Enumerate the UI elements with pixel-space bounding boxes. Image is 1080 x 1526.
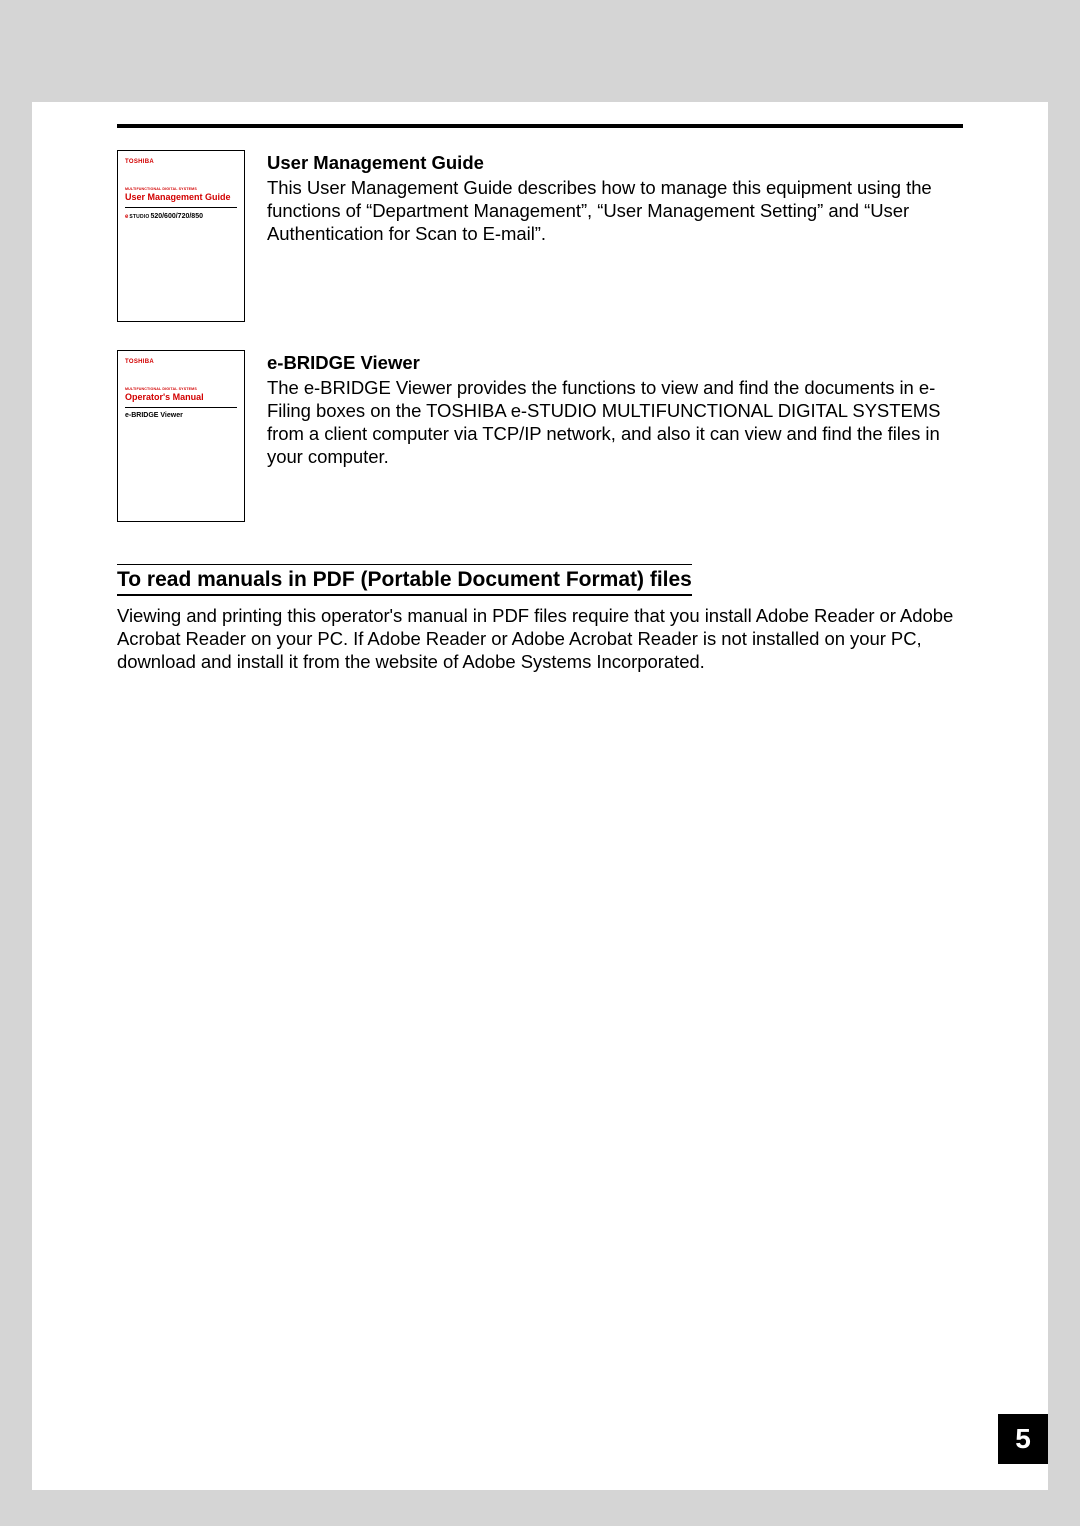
section-body: Viewing and printing this operator's man… (117, 604, 963, 673)
thumb-title: Operator's Manual (125, 393, 237, 403)
content-area: TOSHIBA MULTIFUNCTIONAL DIGITAL SYSTEMS … (117, 150, 963, 673)
thumb-brand: TOSHIBA (125, 359, 237, 365)
manual-thumbnail: TOSHIBA MULTIFUNCTIONAL DIGITAL SYSTEMS … (117, 150, 245, 322)
entry-body: This User Management Guide describes how… (267, 176, 963, 245)
entry-heading: e-BRIDGE Viewer (267, 352, 963, 374)
header-bar (32, 0, 1048, 102)
section: To read manuals in PDF (Portable Documen… (117, 550, 963, 673)
entry-body: The e-BRIDGE Viewer provides the functio… (267, 376, 963, 469)
thumb-divider (125, 207, 237, 208)
thumb-brand: TOSHIBA (125, 159, 237, 165)
thumb-model: 520/600/720/850 (150, 213, 203, 220)
entry-text: e-BRIDGE Viewer The e-BRIDGE Viewer prov… (267, 350, 963, 469)
thumb-model-row: eSTUDIO520/600/720/850 (125, 213, 237, 220)
section-heading: To read manuals in PDF (Portable Documen… (117, 564, 692, 596)
manual-entry: TOSHIBA MULTIFUNCTIONAL DIGITAL SYSTEMS … (117, 150, 963, 322)
thumb-subline: MULTIFUNCTIONAL DIGITAL SYSTEMS (125, 187, 237, 191)
page-number-tab: 5 (998, 1414, 1048, 1464)
entry-heading: User Management Guide (267, 152, 963, 174)
thumb-subtitle: e-BRIDGE Viewer (125, 412, 237, 419)
thumb-estudio: STUDIO (129, 214, 149, 220)
page: TOSHIBA MULTIFUNCTIONAL DIGITAL SYSTEMS … (32, 0, 1048, 1490)
thumb-divider (125, 407, 237, 408)
manual-entry: TOSHIBA MULTIFUNCTIONAL DIGITAL SYSTEMS … (117, 350, 963, 522)
thumb-title: User Management Guide (125, 193, 237, 203)
manual-thumbnail: TOSHIBA MULTIFUNCTIONAL DIGITAL SYSTEMS … (117, 350, 245, 522)
e-mark-icon: e (125, 214, 128, 220)
thumb-subline: MULTIFUNCTIONAL DIGITAL SYSTEMS (125, 387, 237, 391)
top-rule (117, 124, 963, 128)
entry-text: User Management Guide This User Manageme… (267, 150, 963, 245)
